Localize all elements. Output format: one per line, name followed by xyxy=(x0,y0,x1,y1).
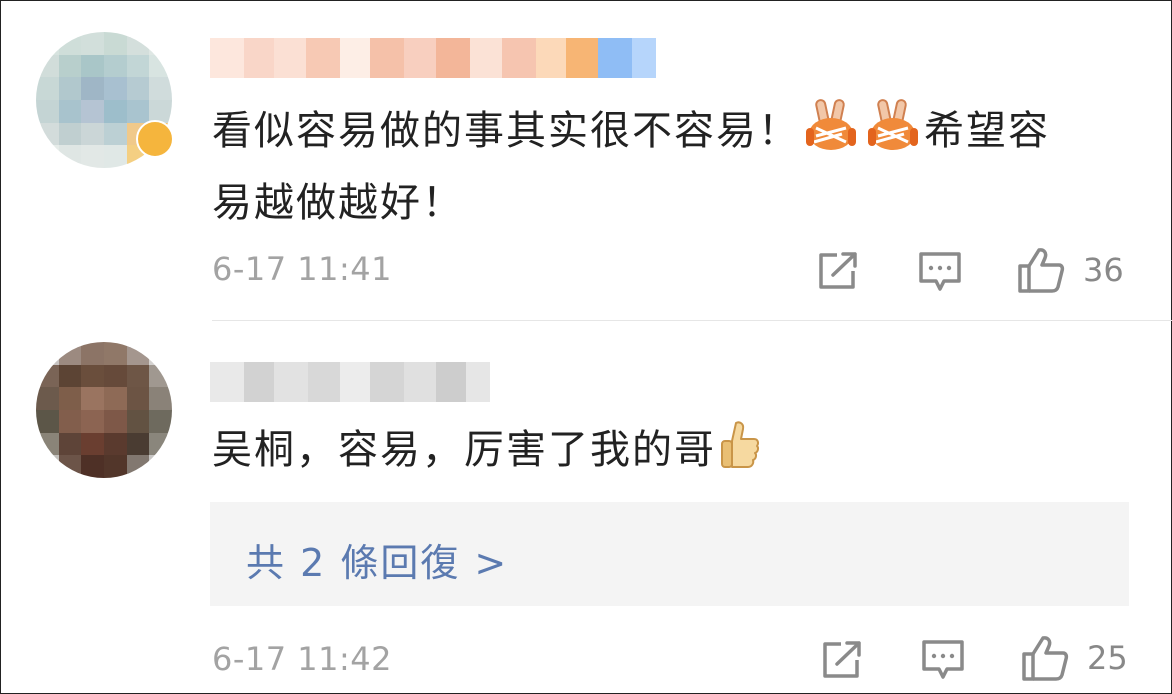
comment-timestamp: 6-17 11:41 xyxy=(212,250,393,288)
like-count: 25 xyxy=(1087,639,1128,677)
share-icon xyxy=(823,641,861,678)
like-icon xyxy=(1022,636,1069,681)
comment-icon xyxy=(919,252,961,291)
comment-text-main: 吴桐，容易，厉害了我的哥 xyxy=(212,427,716,473)
like-icon xyxy=(1018,248,1065,293)
like-button[interactable]: 36 xyxy=(1017,246,1124,294)
comment-text: 吴桐，容易，厉害了我的哥 xyxy=(212,418,1142,490)
comment-text-main: 看似容易做的事其实很不容易！ xyxy=(212,108,800,154)
comment-item: 吴桐，容易，厉害了我的哥 共 2 條回復 > 6-17 11:42 25 xyxy=(0,320,1172,694)
reply-button[interactable] xyxy=(918,251,962,293)
comment-timestamp: 6-17 11:42 xyxy=(212,640,393,678)
thumbs-up-emoji xyxy=(718,419,762,490)
reply-button[interactable] xyxy=(921,639,965,681)
victory-hand-emoji xyxy=(802,98,860,171)
comment-text-tail: 希望容 xyxy=(924,108,1050,154)
share-button[interactable] xyxy=(821,640,863,680)
like-count: 36 xyxy=(1083,251,1124,289)
comment-icon xyxy=(922,640,964,679)
replies-box[interactable]: 共 2 條回復 > xyxy=(210,502,1129,606)
comment-text-line2: 易越做越好！ xyxy=(212,180,464,226)
verified-badge-icon xyxy=(136,120,174,158)
like-button[interactable]: 25 xyxy=(1021,634,1128,682)
username-blurred[interactable] xyxy=(210,38,656,78)
username-blurred[interactable] xyxy=(210,362,490,402)
share-button[interactable] xyxy=(817,251,859,291)
share-icon xyxy=(819,252,857,289)
comment-text: 看似容易做的事其实很不容易！ 希望容易越做越好！ xyxy=(212,98,1142,235)
avatar[interactable] xyxy=(36,342,172,478)
victory-hand-emoji xyxy=(864,98,922,171)
view-replies-link[interactable]: 共 2 條回復 > xyxy=(246,532,508,587)
comment-item: 看似容易做的事其实很不容易！ 希望容易越做越好！ 6-17 11:41 36 xyxy=(0,0,1172,320)
